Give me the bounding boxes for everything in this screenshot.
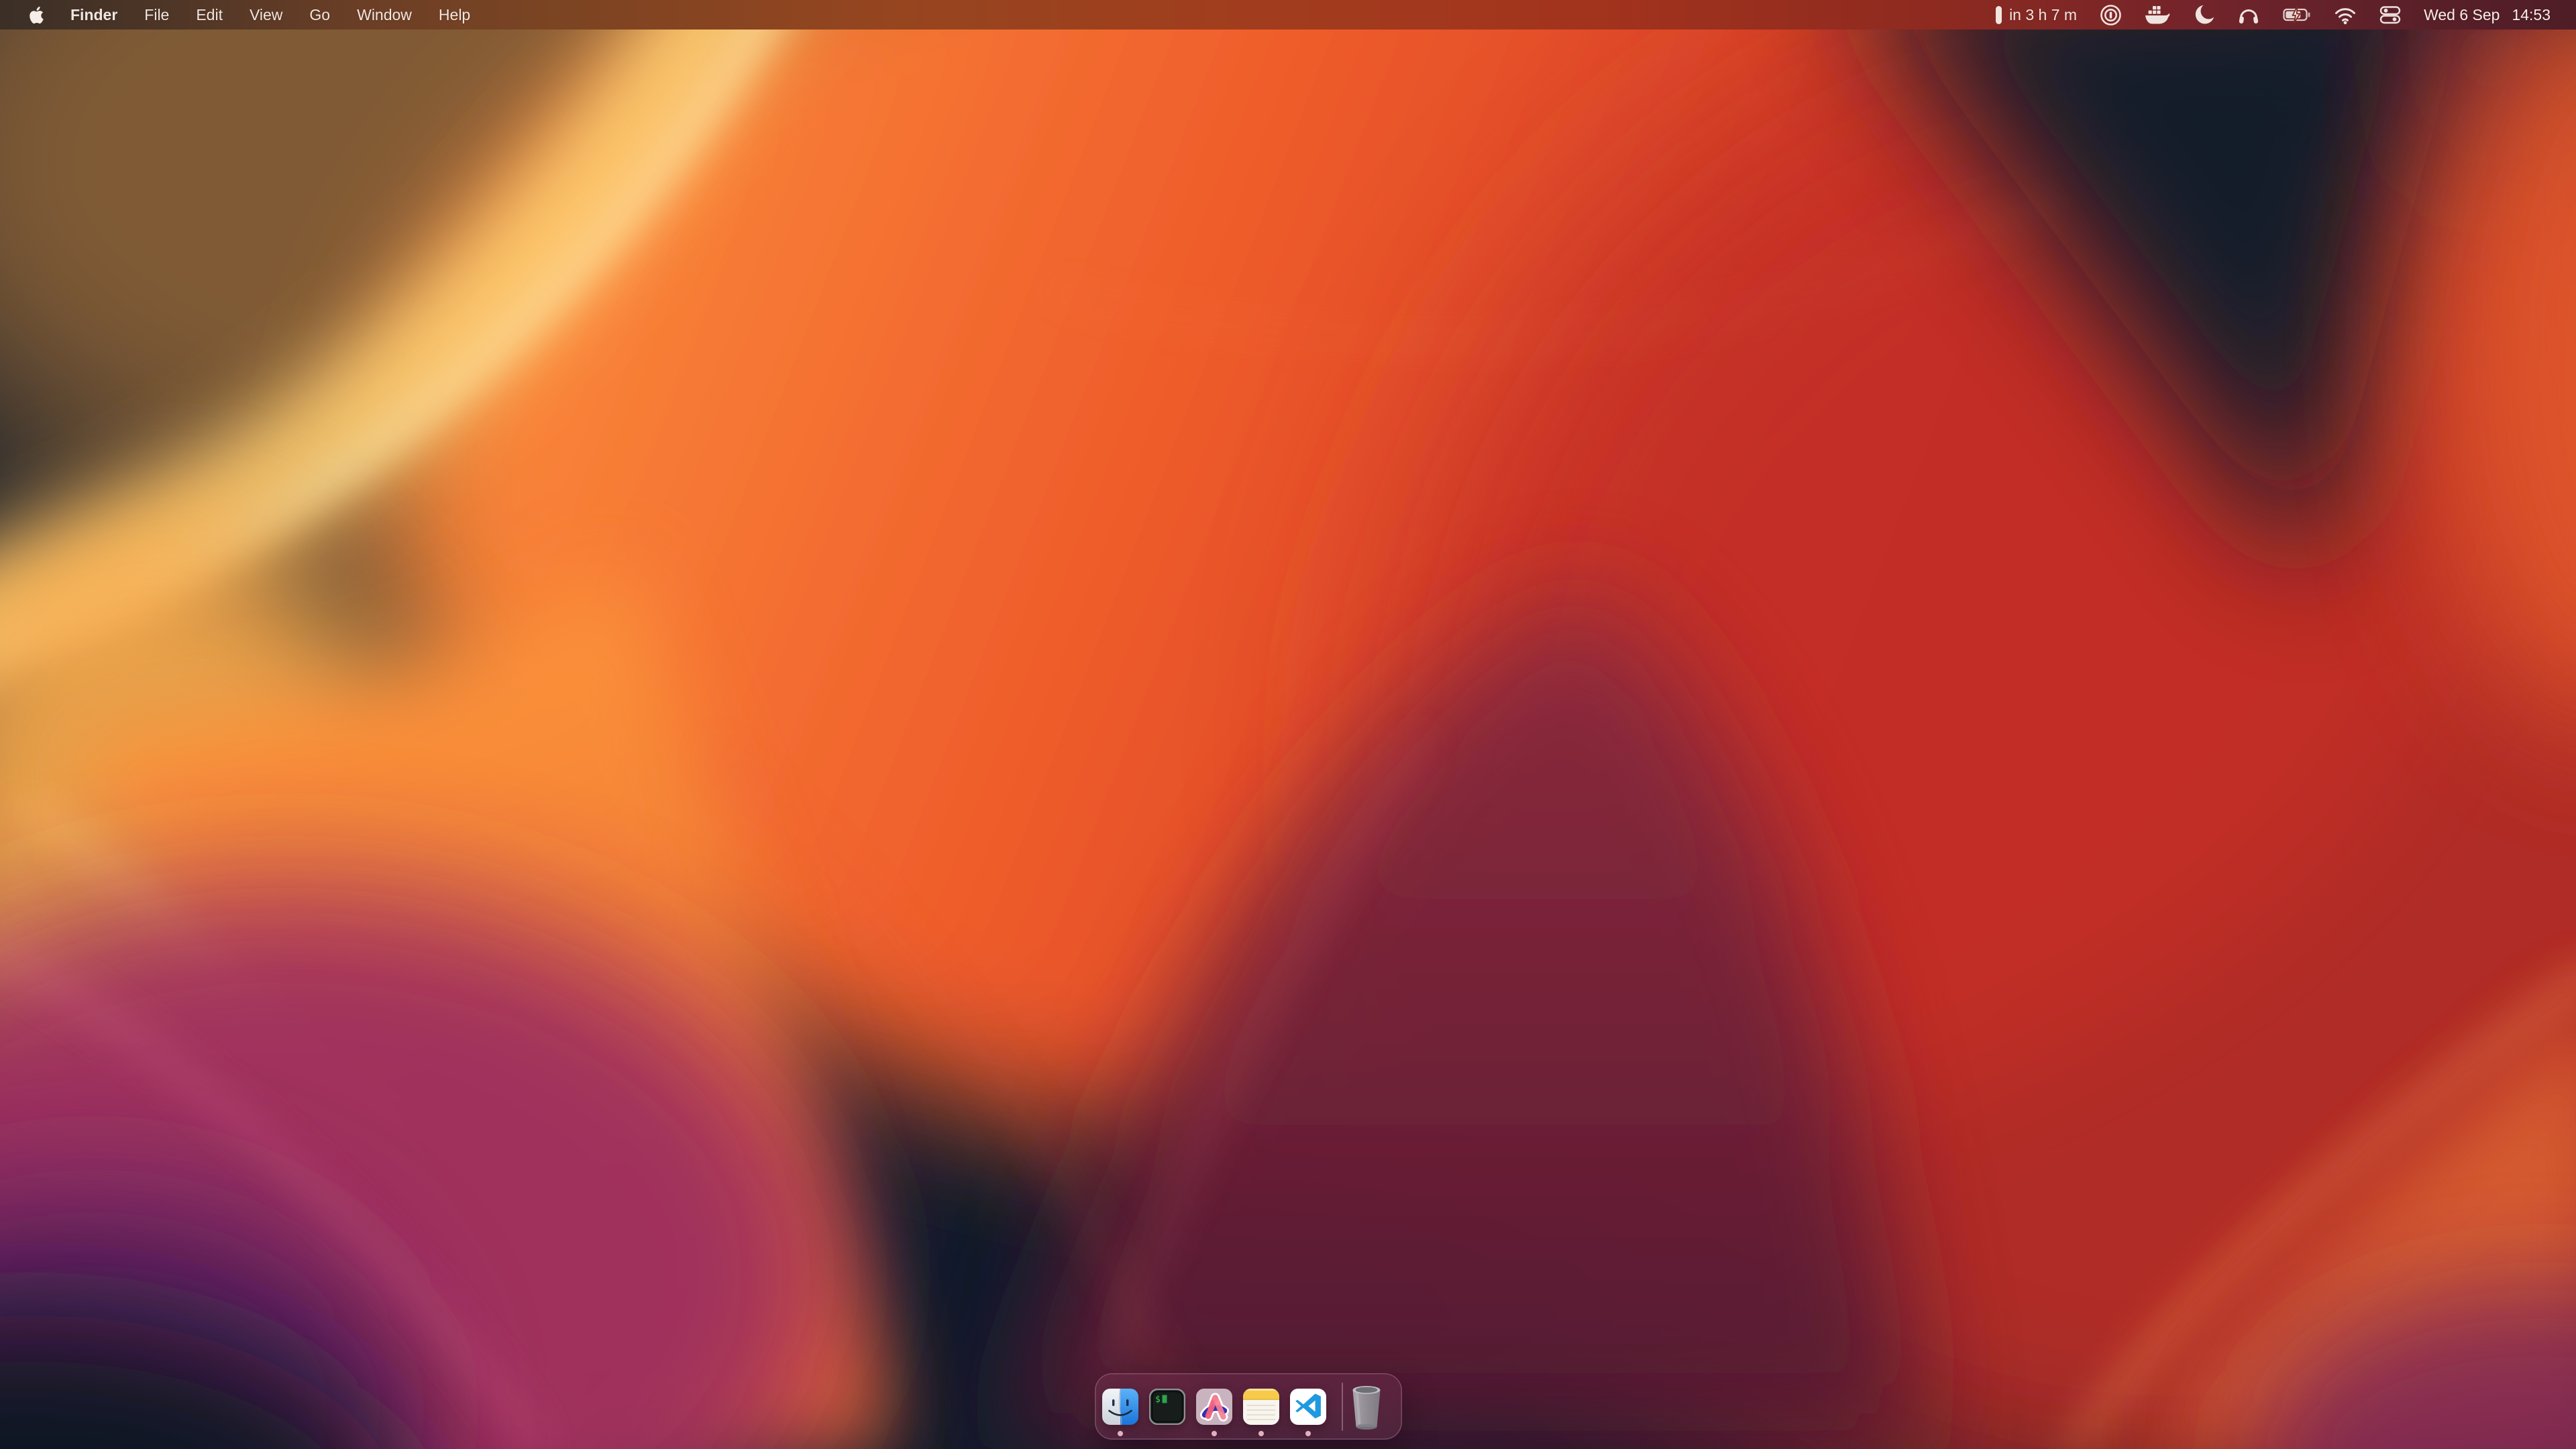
trash-icon (1351, 1383, 1382, 1431)
wallpaper (0, 0, 2576, 1449)
menu-bar: Finder File Edit View Go Window Help in … (0, 0, 2576, 30)
dock-separator (1342, 1383, 1343, 1431)
1password-icon[interactable] (2100, 4, 2122, 26)
notes-icon (1243, 1389, 1279, 1425)
wifi-icon[interactable] (2334, 4, 2357, 25)
dock-item-terminal[interactable]: $ (1149, 1389, 1185, 1425)
active-app-menu[interactable]: Finder (70, 6, 117, 24)
menu-bar-status: in 3 h 7 m (1996, 4, 2576, 26)
control-center-icon[interactable] (2379, 4, 2401, 25)
running-indicator (1258, 1431, 1264, 1436)
vscode-icon (1290, 1389, 1326, 1425)
desktop: Finder File Edit View Go Window Help in … (0, 0, 2576, 1449)
apple-menu[interactable] (27, 5, 44, 25)
dock-item-vscode[interactable] (1290, 1389, 1326, 1425)
running-indicator (1118, 1431, 1123, 1436)
focus-moon-icon[interactable] (2193, 4, 2214, 25)
menu-bar-left: Finder File Edit View Go Window Help (0, 5, 470, 25)
menu-go[interactable]: Go (309, 6, 330, 24)
time-label: 14:53 (2512, 6, 2551, 24)
timer-bar-icon (1996, 6, 2002, 24)
menu-edit[interactable]: Edit (196, 6, 223, 24)
battery-charging-icon[interactable] (2283, 4, 2311, 25)
dock-item-trash[interactable] (1351, 1383, 1382, 1431)
headphones-icon[interactable] (2237, 4, 2260, 25)
dock-item-notes[interactable] (1243, 1389, 1279, 1425)
dock-items: $ (1095, 1389, 1326, 1425)
dock-item-finder[interactable] (1102, 1389, 1138, 1425)
apple-logo-icon (27, 5, 44, 25)
running-indicator (1212, 1431, 1217, 1436)
running-indicator (1305, 1431, 1311, 1436)
menu-window[interactable]: Window (357, 6, 412, 24)
dock-item-app-a[interactable] (1196, 1389, 1232, 1425)
terminal-prompt-text: $ (1155, 1395, 1161, 1405)
docker-whale-icon[interactable] (2145, 4, 2170, 25)
finder-icon (1102, 1389, 1138, 1425)
letter-a-app-icon (1196, 1389, 1232, 1425)
timer-status[interactable]: in 3 h 7 m (1996, 6, 2077, 24)
menu-file[interactable]: File (144, 6, 169, 24)
menu-help[interactable]: Help (439, 6, 470, 24)
date-label: Wed 6 Sep (2424, 6, 2500, 24)
menu-bar-clock[interactable]: Wed 6 Sep 14:53 (2424, 6, 2551, 24)
timer-countdown-label: in 3 h 7 m (2009, 6, 2077, 24)
terminal-icon: $ (1149, 1389, 1185, 1425)
menu-view[interactable]: View (250, 6, 282, 24)
dock: $ (1095, 1373, 1402, 1440)
